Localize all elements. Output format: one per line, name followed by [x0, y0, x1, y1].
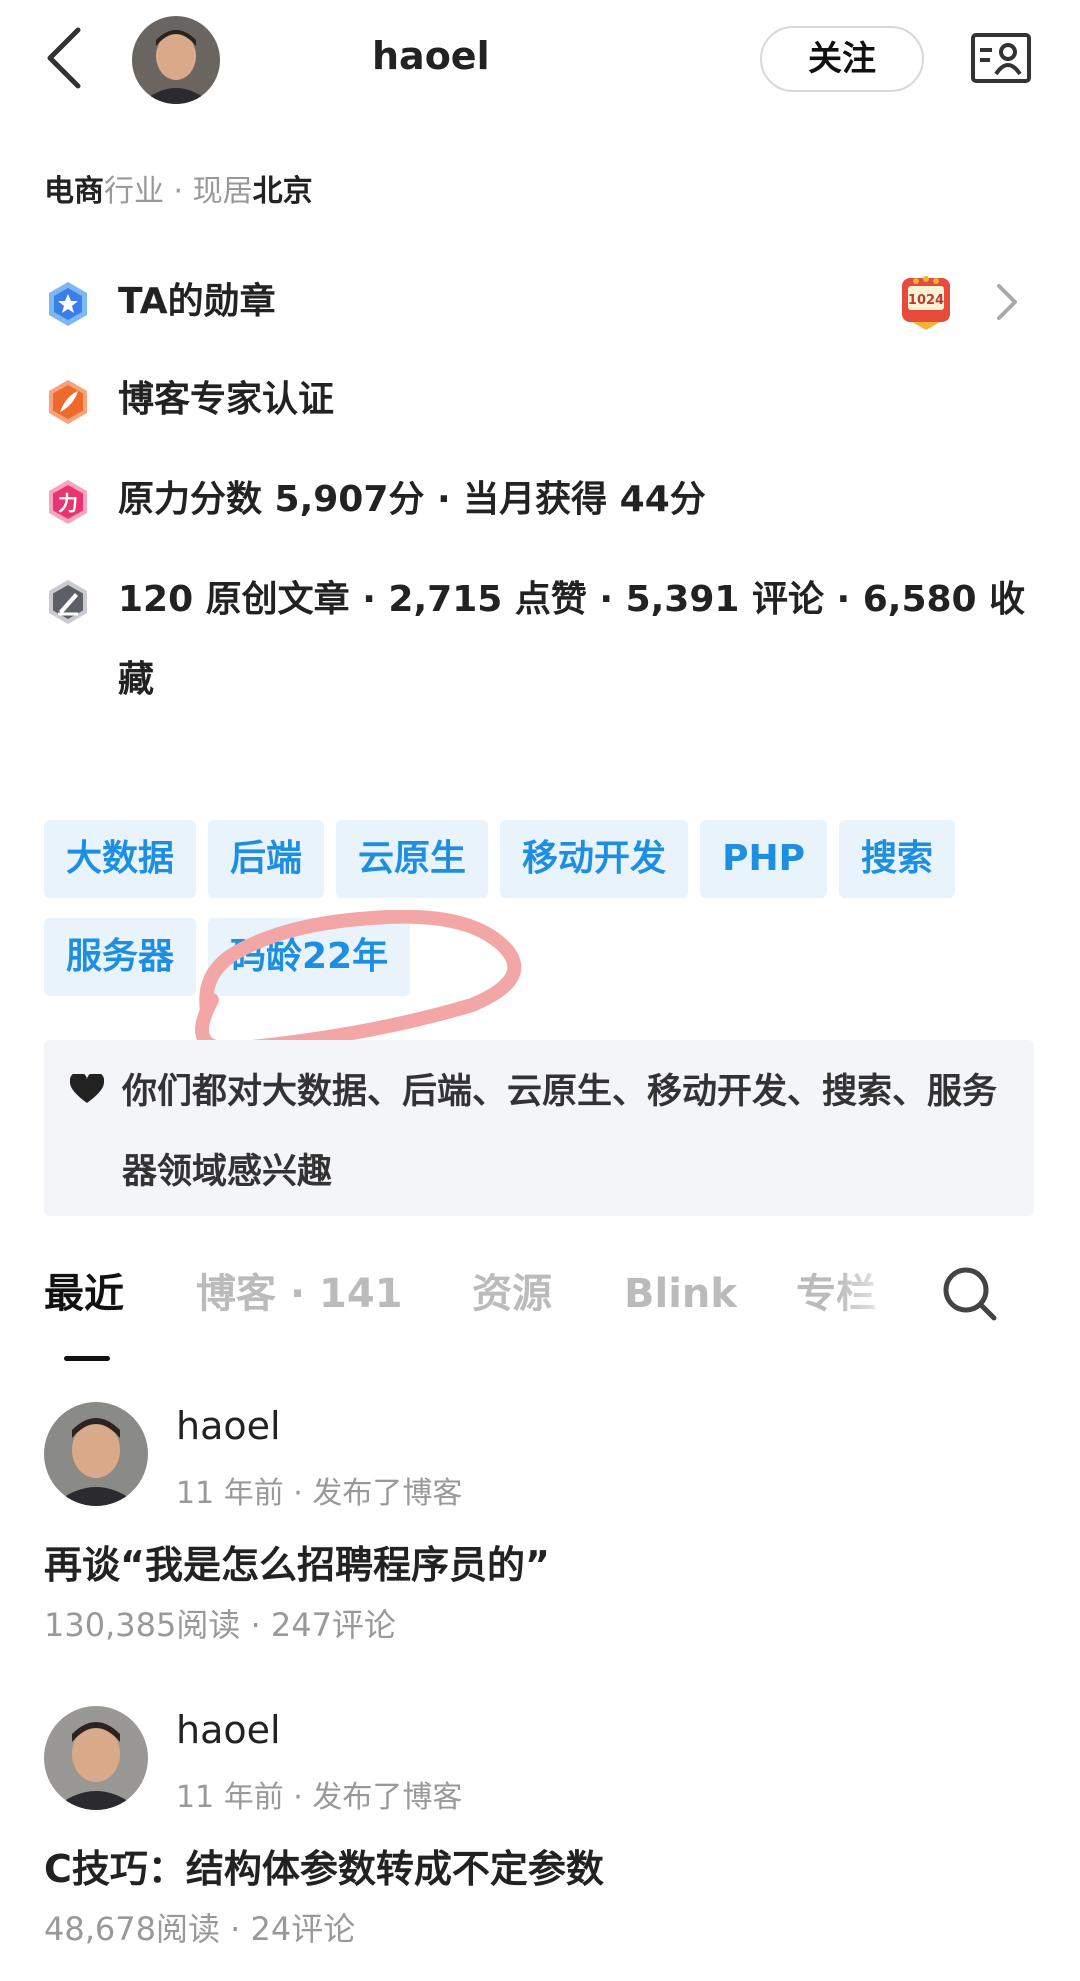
expert-row: 博客专家认证 [44, 376, 334, 440]
post-meta: 11 年前 · 发布了博客 [176, 1780, 463, 1815]
tag-item[interactable]: 服务器 [44, 918, 197, 996]
stats-row: 120 原创文章 · 2,715 点赞 · 5,391 评论 · 6,580 收… [44, 576, 1034, 720]
tag-item[interactable]: 后端 [208, 820, 325, 898]
tag-item[interactable]: 大数据 [44, 820, 197, 898]
medals-row[interactable]: TA的勋章 [44, 278, 1034, 342]
profile-header: haoel 关注 [0, 0, 1080, 125]
power-score-text: 原力分数 5,907分 · 当月获得 44分 [118, 479, 706, 520]
tabs-fade-overlay [836, 1258, 906, 1338]
tag-item[interactable]: 云原生 [336, 820, 489, 898]
interest-text: 你们都对大数据、后端、云原生、移动开发、搜索、服务器领域感兴趣 [122, 1072, 998, 1192]
expert-feather-icon [49, 380, 87, 424]
search-icon [943, 1267, 997, 1321]
post-stats: 48,678阅读 · 24评论 [44, 1910, 356, 1948]
medal-1024-icon[interactable]: 1024 [898, 272, 954, 332]
tag-item: 码龄22年 [208, 918, 411, 996]
post-author[interactable]: haoel [176, 1708, 281, 1752]
power-score-icon: 力 [49, 480, 87, 524]
interest-box: 你们都对大数据、后端、云原生、移动开发、搜索、服务器领域感兴趣 [44, 1040, 1034, 1216]
tag-item[interactable]: 移动开发 [500, 820, 689, 898]
medal-badge-text: 1024 [908, 293, 944, 308]
content-tabs: 最近 博客 · 141 资源 Blink 专栏 [0, 1258, 1080, 1368]
industry-text: 电商 [44, 174, 104, 209]
medals-label: TA的勋章 [118, 281, 276, 322]
tag-list: 大数据 后端 云原生 移动开发 PHP 搜索 服务器 码龄22年 [44, 820, 1034, 996]
follow-button[interactable]: 关注 [760, 26, 924, 92]
industry-suffix: 行业 · 现居 [104, 174, 253, 209]
profile-card-button[interactable] [970, 32, 1032, 84]
avatar[interactable] [44, 1706, 148, 1810]
heart-icon [70, 1074, 104, 1103]
tab-recent[interactable]: 最近 [44, 1258, 124, 1330]
shield-star-icon [49, 282, 87, 326]
post-title[interactable]: C技巧：结构体参数转成不定参数 [44, 1838, 604, 1893]
svg-text:力: 力 [58, 491, 78, 515]
post-stats: 130,385阅读 · 247评论 [44, 1606, 396, 1644]
chevron-left-icon [47, 27, 81, 89]
search-button[interactable] [940, 1264, 1000, 1324]
profile-location: 电商行业 · 现居北京 [44, 166, 313, 210]
tab-blink[interactable]: Blink [624, 1258, 737, 1330]
post-author[interactable]: haoel [176, 1404, 281, 1448]
tab-blog[interactable]: 博客 · 141 [196, 1258, 403, 1330]
back-button[interactable] [38, 22, 94, 94]
avatar[interactable] [132, 16, 220, 104]
post-title[interactable]: 再谈“我是怎么招聘程序员的” [44, 1534, 550, 1589]
articles-icon [49, 580, 87, 624]
expert-label: 博客专家认证 [118, 379, 335, 420]
tag-item[interactable]: PHP [700, 820, 827, 898]
tab-resources[interactable]: 资源 [472, 1258, 552, 1330]
avatar[interactable] [44, 1402, 148, 1506]
power-row: 力 原力分数 5,907分 · 当月获得 44分 [44, 476, 706, 540]
profile-card-icon [971, 33, 1031, 83]
page-title: haoel [372, 34, 490, 78]
profile-stats-text: 120 原创文章 · 2,715 点赞 · 5,391 评论 · 6,580 收… [118, 579, 1026, 700]
post-meta: 11 年前 · 发布了博客 [176, 1476, 463, 1511]
tag-item[interactable]: 搜索 [838, 820, 955, 898]
active-tab-indicator [64, 1356, 110, 1361]
city-text: 北京 [252, 174, 313, 209]
chevron-right-icon[interactable] [994, 282, 1020, 322]
